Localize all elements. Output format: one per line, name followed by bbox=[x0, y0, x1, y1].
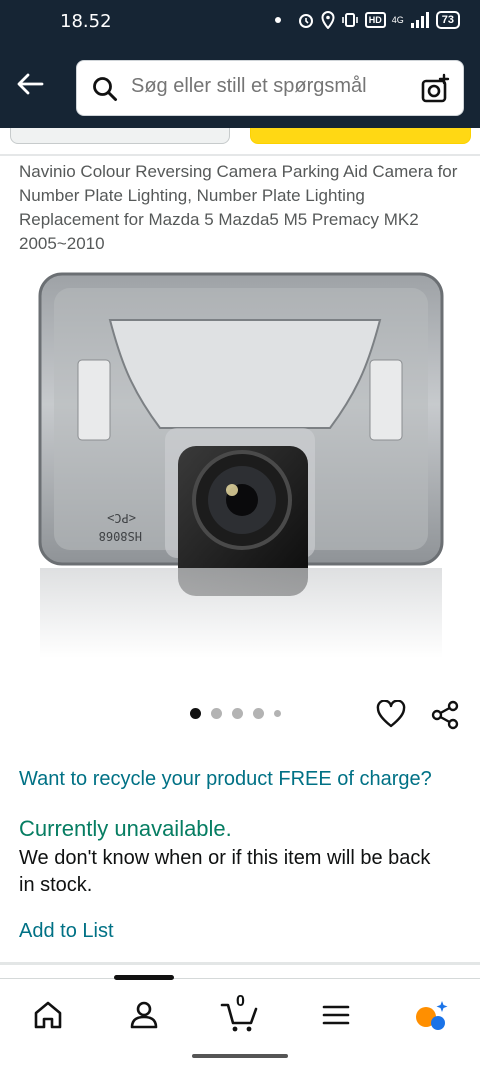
cart-count: 0 bbox=[236, 993, 245, 1010]
header bbox=[0, 44, 480, 128]
camera-search-icon[interactable] bbox=[419, 73, 451, 105]
carousel-dot[interactable] bbox=[211, 708, 222, 719]
vibrate-icon bbox=[341, 13, 358, 27]
notification-dot-icon bbox=[274, 17, 281, 23]
share-icon[interactable] bbox=[430, 700, 460, 730]
menu-icon[interactable] bbox=[316, 995, 356, 1035]
gesture-bar bbox=[192, 1054, 288, 1058]
heart-icon[interactable] bbox=[376, 700, 406, 728]
search-box[interactable] bbox=[76, 60, 464, 116]
carousel-dot[interactable] bbox=[253, 708, 264, 719]
status-bar: 18.52 HD 4G 73 bbox=[0, 0, 480, 44]
availability-status: Currently unavailable. bbox=[19, 816, 232, 841]
cart-button[interactable]: 0 bbox=[220, 993, 260, 1035]
carousel-dot[interactable] bbox=[190, 708, 201, 719]
divider bbox=[0, 962, 480, 965]
carousel-dot[interactable] bbox=[232, 708, 243, 719]
battery-icon: 73 bbox=[435, 11, 460, 29]
product-title[interactable]: Navinio Colour Reversing Camera Parking … bbox=[19, 160, 459, 256]
svg-text:HS8068: HS8068 bbox=[99, 529, 142, 543]
account-icon[interactable] bbox=[124, 995, 164, 1035]
alarm-icon bbox=[298, 14, 313, 28]
add-to-list-link[interactable]: Add to List bbox=[19, 920, 114, 943]
hd-badge: HD bbox=[364, 12, 386, 28]
back-arrow-icon[interactable] bbox=[14, 68, 46, 100]
signal-icon bbox=[410, 12, 429, 28]
network-type: 4G bbox=[391, 14, 404, 25]
search-icon bbox=[93, 77, 117, 101]
nav-active-indicator bbox=[114, 975, 174, 980]
divider bbox=[0, 154, 480, 156]
status-icons: HD 4G 73 bbox=[274, 11, 460, 29]
bottom-nav: 0 bbox=[0, 975, 480, 1048]
rufus-icon[interactable] bbox=[412, 995, 452, 1035]
svg-text:<PC>: <PC> bbox=[107, 511, 136, 525]
location-icon bbox=[321, 11, 335, 29]
status-time: 18.52 bbox=[60, 11, 112, 32]
availability-detail: We don't know when or if this item will … bbox=[19, 847, 431, 896]
product-image[interactable]: <PC> HS8068 bbox=[30, 268, 450, 668]
image-carousel-dots[interactable] bbox=[190, 708, 281, 719]
home-icon[interactable] bbox=[28, 995, 68, 1035]
recycle-link[interactable]: Want to recycle your product FREE of cha… bbox=[19, 768, 432, 791]
search-input[interactable] bbox=[131, 75, 401, 98]
carousel-dot[interactable] bbox=[274, 710, 281, 717]
